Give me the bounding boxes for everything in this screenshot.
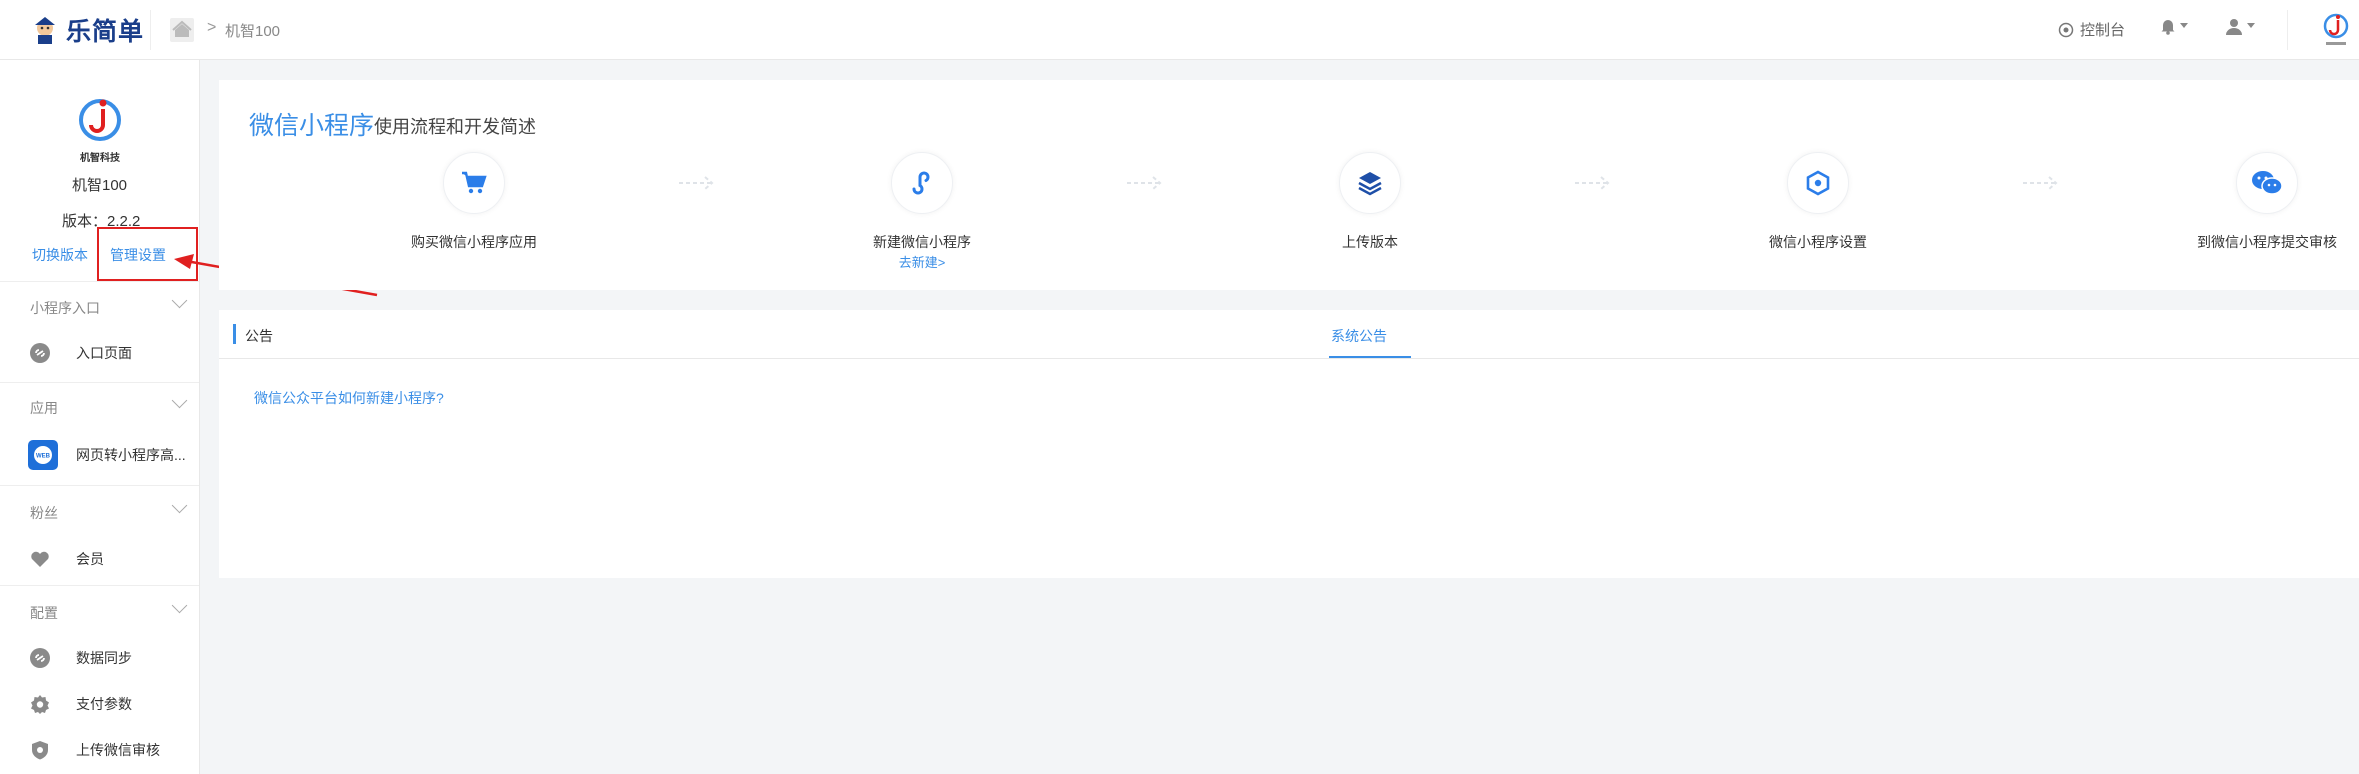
link-icon	[30, 648, 50, 668]
svg-text:WEB: WEB	[36, 454, 51, 460]
user-menu[interactable]	[2225, 17, 2255, 35]
dashboard-icon	[2058, 22, 2074, 37]
user-icon	[2226, 19, 2242, 35]
sidebar: 机智科技 机智100 版本：2.2.2 切换版本 管理设置 小程序入口 入口页面…	[0, 60, 200, 774]
divider	[0, 585, 199, 586]
divider	[2287, 10, 2288, 50]
step-label: 新建微信小程序	[873, 234, 971, 250]
sidebar-item-payment-params[interactable]: 支付参数	[0, 684, 199, 724]
sidebar-item-label: 上传微信审核	[76, 742, 160, 758]
step-button[interactable]	[443, 152, 505, 214]
step-submit-review: 到微信小程序提交审核	[2167, 152, 2359, 252]
accent-bar	[233, 324, 236, 344]
brand-caption: 机智科技	[80, 153, 120, 164]
step-label: 上传版本	[1342, 234, 1398, 250]
section-header[interactable]: 应用	[30, 398, 58, 418]
divider	[219, 358, 2359, 359]
arrow-right-icon	[1575, 176, 1610, 190]
chevron-down-icon[interactable]	[171, 597, 188, 614]
sidebar-item-label: 网页转小程序高...	[76, 447, 186, 463]
notice-card: 公告 系统公告 微信公众平台如何新建小程序?	[219, 310, 2359, 578]
step-upload-version: 上传版本	[1270, 152, 1470, 252]
web-icon: WEB	[28, 440, 58, 470]
gear-icon	[31, 695, 49, 714]
step-label: 购买微信小程序应用	[411, 234, 537, 250]
sidebar-item-label: 入口页面	[76, 345, 132, 361]
sidebar-item-label: 会员	[76, 551, 104, 567]
app-logo[interactable]: 乐简单	[30, 12, 144, 48]
arrow-right-icon	[679, 176, 714, 190]
brand-logo: 机智科技	[74, 94, 126, 164]
mascot-icon	[35, 17, 55, 44]
wechat-icon	[2252, 171, 2283, 195]
chevron-down-icon[interactable]	[171, 497, 188, 514]
switch-version-link[interactable]: 切换版本	[32, 245, 88, 265]
home-icon[interactable]	[170, 18, 194, 42]
caret-down-icon	[2247, 23, 2255, 28]
step-button[interactable]	[2236, 152, 2298, 214]
shield-icon	[32, 741, 48, 760]
tab-system-notice[interactable]: 系统公告	[1331, 326, 1387, 346]
step-label: 微信小程序设置	[1769, 234, 1867, 250]
logo-text: 乐简单	[66, 18, 145, 46]
notice-header: 公告	[245, 328, 273, 344]
step-button[interactable]	[1339, 152, 1401, 214]
section-header[interactable]: 配置	[30, 603, 58, 623]
sidebar-item-label: 数据同步	[76, 650, 132, 666]
link-icon	[30, 343, 50, 363]
sidebar-item-members[interactable]: 会员	[0, 539, 199, 579]
hexagon-icon	[1806, 170, 1830, 196]
avatar[interactable]	[2320, 12, 2352, 48]
section-header[interactable]: 粉丝	[30, 503, 58, 523]
create-new-link[interactable]: 去新建>	[822, 252, 1022, 271]
top-bar: 乐简单 > 机智100 控制台	[0, 0, 2359, 60]
step-miniprogram-settings: 微信小程序设置	[1718, 152, 1918, 252]
section-header[interactable]: 小程序入口	[30, 298, 100, 318]
divider	[150, 10, 151, 50]
notifications-menu[interactable]	[2160, 17, 2188, 35]
layers-icon	[1358, 172, 1382, 196]
sidebar-item-data-sync[interactable]: 数据同步	[0, 638, 199, 678]
chevron-right-icon: >	[207, 19, 217, 36]
divider	[0, 485, 199, 486]
arrow-right-icon	[1127, 176, 1162, 190]
step-button[interactable]	[1787, 152, 1849, 214]
divider	[0, 382, 199, 383]
step-create-miniprogram: 新建微信小程序 去新建>	[822, 152, 1022, 271]
step-button[interactable]	[891, 152, 953, 214]
miniprogram-icon	[912, 171, 930, 195]
caret-down-icon	[2180, 23, 2188, 28]
step-label: 到微信小程序提交审核	[2197, 234, 2337, 250]
sidebar-item-entry-page[interactable]: 入口页面	[0, 333, 199, 373]
sidebar-item-web-to-miniprogram[interactable]: WEB 网页转小程序高...	[0, 435, 199, 475]
brand-mark-icon	[79, 99, 121, 141]
bell-icon	[2161, 20, 2175, 35]
page-subtitle: 使用流程和开发简述	[374, 117, 536, 137]
sidebar-item-wechat-review[interactable]: 上传微信审核	[0, 730, 199, 770]
sidebar-item-label: 支付参数	[76, 696, 132, 712]
console-link[interactable]: 控制台	[2058, 19, 2125, 40]
arrow-right-icon	[2023, 176, 2058, 190]
chevron-down-icon[interactable]	[171, 392, 188, 409]
heart-icon	[31, 551, 49, 567]
intro-card: 微信小程序 使用流程和开发简述 购买微信小程序应用 新建微信小程序 去新建> 上…	[219, 80, 2359, 290]
step-buy-app: 购买微信小程序应用	[374, 152, 574, 252]
console-label: 控制台	[2080, 22, 2126, 39]
page-title: 微信小程序	[249, 112, 375, 140]
breadcrumb[interactable]: 机智100	[225, 20, 280, 41]
app-name: 机智100	[71, 177, 128, 194]
notice-link[interactable]: 微信公众平台如何新建小程序?	[254, 388, 444, 408]
cart-icon	[462, 171, 487, 194]
